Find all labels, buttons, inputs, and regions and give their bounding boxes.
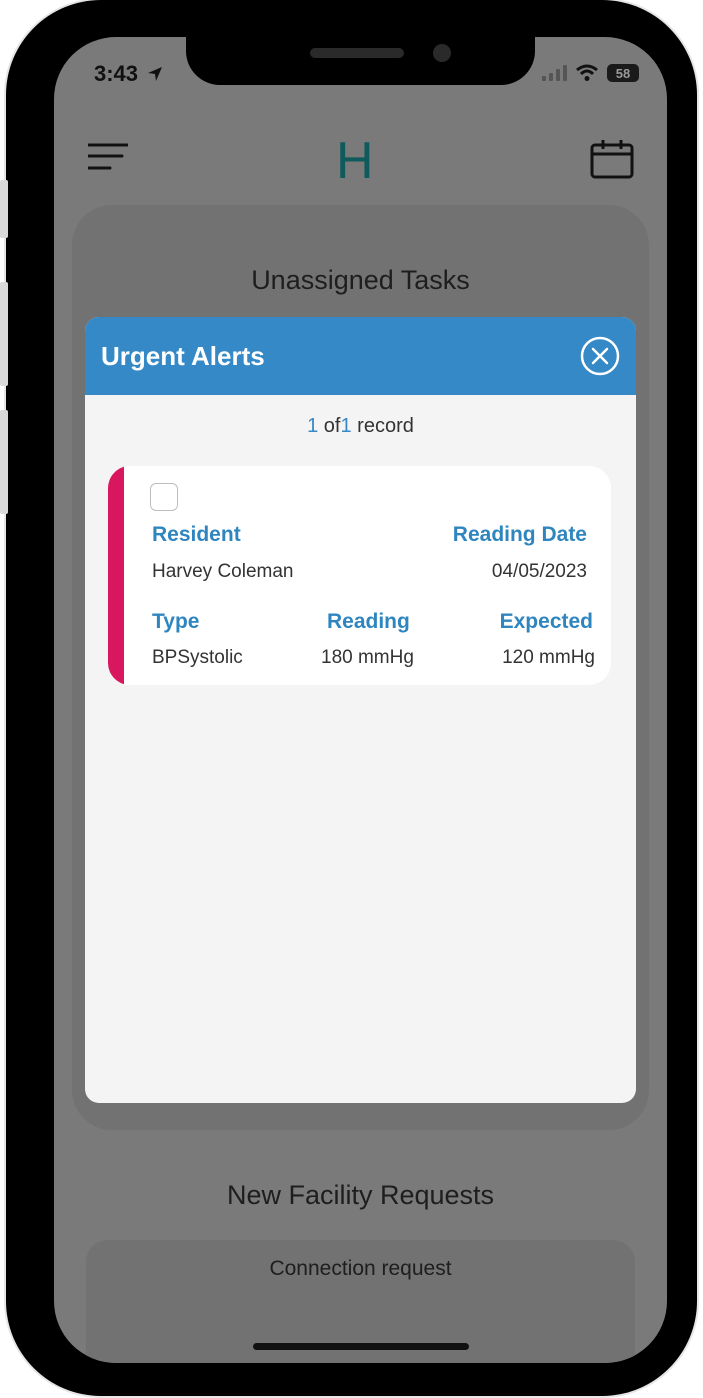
- modal-title: Urgent Alerts: [101, 340, 265, 371]
- resident-label: Resident: [152, 523, 241, 546]
- close-icon[interactable]: [580, 336, 620, 376]
- volume-down-button: [0, 410, 8, 514]
- reading-value: 180 mmHg: [321, 647, 414, 668]
- battery-icon: 58: [607, 64, 639, 82]
- alert-checkbox[interactable]: [150, 483, 178, 511]
- type-value: BPSystolic: [152, 647, 243, 668]
- connection-request-label: Connection request: [269, 1257, 452, 1280]
- status-icons: 58: [542, 64, 639, 82]
- reading-date-value: 04/05/2023: [491, 561, 587, 582]
- camera: [433, 44, 451, 62]
- location-arrow-icon: [148, 67, 163, 81]
- phone-frame: 3:43 58 H Unassigned Tasks New Facility …: [6, 0, 697, 1396]
- calendar-icon[interactable]: [590, 139, 634, 179]
- mute-switch: [0, 180, 8, 238]
- notch: [186, 37, 535, 85]
- expected-label: Expected: [499, 610, 593, 633]
- record-count: 1 of1 record: [307, 415, 414, 437]
- resident-value: Harvey Coleman: [152, 561, 294, 582]
- signal-icon: [542, 65, 567, 81]
- alert-severity-bar: [108, 466, 124, 685]
- home-indicator[interactable]: [253, 1343, 469, 1350]
- modal-header: Urgent Alerts: [85, 317, 636, 395]
- status-time: 3:43: [94, 61, 164, 87]
- unassigned-tasks-title: Unassigned Tasks: [251, 265, 470, 295]
- type-label: Type: [152, 610, 200, 633]
- screen: 3:43 58 H Unassigned Tasks New Facility …: [54, 37, 667, 1363]
- reading-label: Reading: [327, 610, 410, 633]
- reading-date-label: Reading Date: [452, 523, 587, 546]
- expected-value: 120 mmHg: [502, 647, 595, 668]
- speaker: [310, 48, 404, 58]
- alert-card[interactable]: Resident Harvey Coleman Reading Date 04/…: [108, 466, 611, 685]
- wifi-icon: [576, 64, 598, 81]
- facility-requests-title: New Facility Requests: [226, 1180, 495, 1210]
- urgent-alerts-modal: Urgent Alerts 1 of1 record Resident Harv…: [85, 317, 636, 1103]
- menu-icon[interactable]: [88, 142, 128, 172]
- volume-up-button: [0, 282, 8, 386]
- app-logo: H: [336, 132, 374, 190]
